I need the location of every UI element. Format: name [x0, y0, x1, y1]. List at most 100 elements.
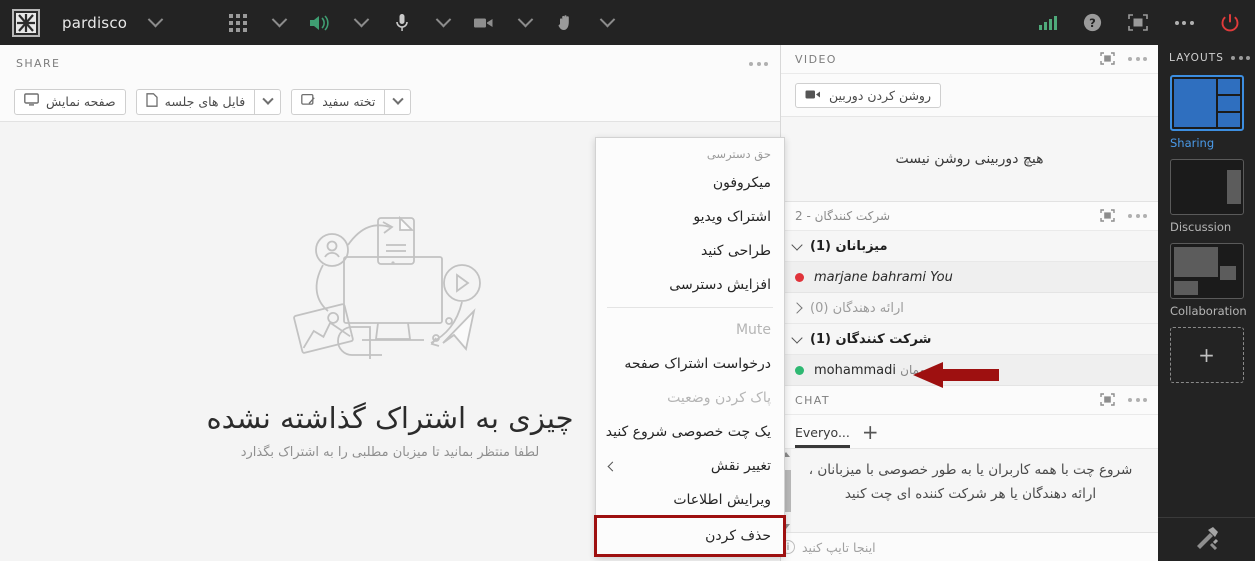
layout-label-discussion: Discussion	[1170, 220, 1232, 234]
chevron-down-icon[interactable]	[597, 11, 617, 34]
expand-panel-icon[interactable]	[1100, 391, 1115, 410]
layout-thumbnail-sharing	[1169, 75, 1244, 131]
menu-item-change-role[interactable]: تغییر نقش	[596, 449, 784, 483]
video-label: VIDEO	[795, 52, 837, 66]
fullscreen-icon[interactable]	[1125, 10, 1151, 36]
share-toolbar: صفحه نمایش فایل های جلسه تخته سفید	[0, 82, 780, 122]
whiteboard-dropdown[interactable]	[384, 88, 412, 115]
menu-item-share-video[interactable]: اشتراک ویدیو	[596, 200, 784, 234]
more-options-icon[interactable]	[1231, 56, 1251, 60]
raise-hand-icon[interactable]	[553, 10, 579, 36]
chevron-right-icon	[607, 461, 618, 471]
chat-body: شروع چت با همه کاربران یا به طور خصوصی ب…	[781, 449, 1158, 533]
chevron-down-icon[interactable]	[515, 11, 535, 34]
video-section: VIDEO روشن کردن دوربین هیچ دوربینی روشن …	[781, 45, 1158, 202]
share-panel-header: SHARE	[0, 45, 780, 82]
help-question-icon[interactable]: ?	[1079, 10, 1105, 36]
more-options-icon[interactable]	[1128, 57, 1147, 61]
chat-input-placeholder: اینجا تایپ کنید	[802, 539, 876, 555]
layout-item-discussion[interactable]: Discussion	[1158, 159, 1255, 243]
menu-item-label: پاک کردن وضعیت	[667, 390, 771, 406]
layout-item-add[interactable]: +	[1158, 327, 1255, 392]
chevron-down-icon[interactable]	[433, 11, 453, 34]
status-dot-green	[795, 365, 804, 375]
menu-item-label: درخواست اشتراک صفحه	[624, 356, 771, 372]
menu-item-request-screen-share[interactable]: درخواست اشتراک صفحه	[596, 347, 784, 381]
menu-item-start-private-chat[interactable]: یک چت خصوصی شروع کنید	[596, 415, 784, 449]
menu-item-edit-info[interactable]: ویرایش اطلاعات	[596, 483, 784, 517]
whiteboard-button[interactable]: تخته سفید	[291, 88, 385, 115]
group-label: شرکت کنندگان (1)	[810, 331, 932, 347]
more-options-icon[interactable]	[1171, 10, 1197, 36]
participant-row-host[interactable]: marjane bahrami You	[781, 262, 1158, 293]
chevron-down-icon[interactable]	[351, 11, 371, 34]
menu-item-label: اشتراک ویدیو	[693, 209, 771, 225]
chat-input-row[interactable]: اینجا تایپ کنید i	[781, 533, 1158, 561]
participants-section: شرکت کنندگان - 2 میزبانان (1) marjane ba…	[781, 202, 1158, 386]
layout-item-sharing[interactable]: Sharing	[1158, 75, 1255, 159]
power-leave-icon[interactable]	[1217, 10, 1243, 36]
participants-section-header: شرکت کنندگان - 2	[781, 202, 1158, 231]
menu-item-mute: Mute	[596, 313, 784, 347]
share-files-dropdown[interactable]	[254, 88, 282, 115]
whiteboard-icon	[301, 93, 315, 110]
participant-name: mohammadi	[814, 362, 896, 378]
layouts-list: Sharing Discussion Collaboration +	[1158, 71, 1255, 517]
chevron-down-icon[interactable]	[145, 11, 165, 34]
share-empty-subtitle: لطفا منتظر بمانید تا میزبان مطلبی را به …	[240, 444, 540, 460]
participant-group-attendees[interactable]: شرکت کنندگان (1)	[781, 324, 1158, 355]
speaker-on-icon[interactable]	[307, 10, 333, 36]
menu-item-microphone[interactable]: میکروفون	[596, 166, 784, 200]
menu-item-draw[interactable]: طراحی کنید	[596, 234, 784, 268]
menu-item-label: میکروفون	[712, 175, 771, 191]
group-label: میزبانان (1)	[810, 238, 888, 254]
network-signal-icon[interactable]	[1035, 10, 1061, 36]
layout-item-collaboration[interactable]: Collaboration	[1158, 243, 1255, 327]
participant-group-hosts[interactable]: میزبانان (1)	[781, 231, 1158, 262]
menu-item-clear-status: پاک کردن وضعیت	[596, 381, 784, 415]
participant-group-presenters[interactable]: ارائه دهندگان (0)	[781, 293, 1158, 324]
menu-item-increase-access[interactable]: افزایش دسترسی	[596, 268, 784, 302]
chat-tab-everyone[interactable]: Everyo...	[795, 425, 850, 448]
share-files-button[interactable]: فایل های جلسه	[135, 88, 255, 115]
menu-item-remove[interactable]: حذف کردن	[594, 515, 786, 557]
expand-panel-icon[interactable]	[1100, 207, 1115, 226]
camera-row: روشن کردن دوربین	[781, 74, 1158, 117]
menu-item-label: افزایش دسترسی	[669, 277, 771, 293]
pardisco-logo-icon[interactable]	[12, 8, 40, 37]
share-screen-button[interactable]: صفحه نمایش	[14, 88, 126, 115]
participants-label: شرکت کنندگان - 2	[795, 209, 891, 223]
menu-item-label: حذف کردن	[705, 528, 771, 544]
layouts-footer	[1158, 517, 1255, 561]
right-sidebar: VIDEO روشن کردن دوربین هیچ دوربینی روشن …	[781, 45, 1158, 561]
participant-context-menu: حق دسترسی میکروفون اشتراک ویدیو طراحی کن…	[594, 137, 786, 557]
menu-item-label: تغییر نقش	[710, 458, 771, 474]
plus-icon[interactable]: +	[862, 422, 879, 448]
meeting-app-window: pardisco ? SHARE صفحه نمایش فایل های جلس…	[0, 0, 1255, 561]
monitor-icon	[24, 93, 39, 110]
chat-tabs: Everyo... +	[781, 415, 1158, 449]
menu-item-label: طراحی کنید	[701, 243, 771, 259]
tools-hammer-icon[interactable]	[1194, 526, 1220, 554]
layout-thumbnail-discussion	[1169, 159, 1244, 215]
menu-item-label: ویرایش اطلاعات	[673, 492, 771, 508]
whiteboard-label: تخته سفید	[322, 94, 376, 109]
microphone-icon[interactable]	[389, 10, 415, 36]
video-camera-icon[interactable]	[471, 10, 497, 36]
more-options-icon[interactable]	[1128, 398, 1147, 402]
video-camera-icon	[805, 88, 821, 103]
turn-on-camera-button[interactable]: روشن کردن دوربین	[795, 82, 942, 108]
video-empty-text: هیچ دوربینی روشن نیست	[781, 117, 1158, 202]
more-options-icon[interactable]	[1128, 214, 1147, 218]
chevron-down-icon[interactable]	[269, 11, 289, 34]
layout-thumbnail-collaboration	[1169, 243, 1244, 299]
apps-grid-icon[interactable]	[225, 10, 251, 36]
expand-panel-icon[interactable]	[1100, 50, 1115, 69]
participant-name: marjane bahrami	[814, 269, 926, 285]
turn-on-camera-label: روشن کردن دوربین	[829, 87, 932, 103]
plus-icon: +	[1169, 327, 1244, 383]
more-options-icon[interactable]	[749, 61, 768, 66]
layouts-label: LAYOUTS	[1169, 52, 1225, 64]
chevron-down-icon	[791, 238, 803, 251]
layouts-rail: LAYOUTS Sharing Discussion Collaboration…	[1158, 45, 1255, 561]
